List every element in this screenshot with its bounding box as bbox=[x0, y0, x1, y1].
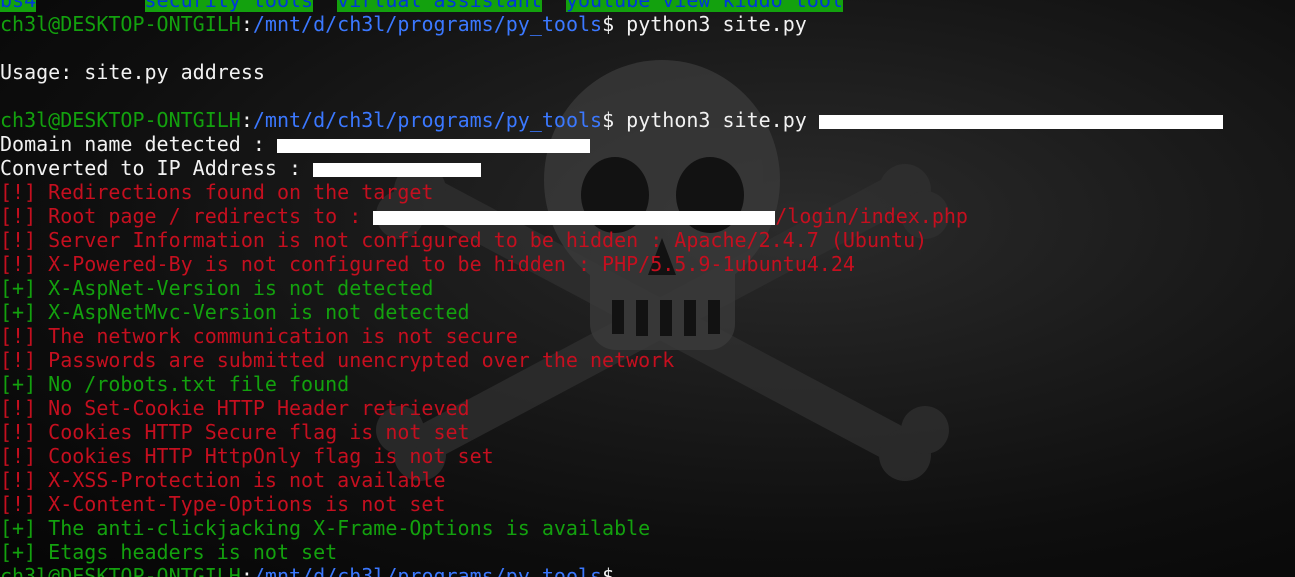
scan-results: [!] Server Information is not configured… bbox=[0, 228, 1295, 564]
result-line-warning: [!] X-XSS-Protection is not available bbox=[0, 468, 446, 492]
result-line-warning: [!] The network communication is not sec… bbox=[0, 324, 518, 348]
result-line-warning: [!] Cookies HTTP HttpOnly flag is not se… bbox=[0, 444, 494, 468]
redirection-line: [!] Redirections found on the target bbox=[0, 180, 434, 204]
result-line-warning: [!] Cookies HTTP Secure flag is not set bbox=[0, 420, 470, 444]
ls-output-line: bs4 security tools virtual assistant you… bbox=[0, 0, 1295, 12]
prompt-user-host: ch3l@DESKTOP-ONTGILH bbox=[0, 564, 241, 577]
result-line-warning: [!] No Set-Cookie HTTP Header retrieved bbox=[0, 396, 470, 420]
result-line-warning: [!] Passwords are submitted unencrypted … bbox=[0, 348, 675, 372]
redacted-domain bbox=[276, 138, 590, 153]
command-line-3: ch3l@DESKTOP-ONTGILH:/mnt/d/ch3l/program… bbox=[0, 564, 1295, 577]
redacted-redirect-host bbox=[373, 210, 776, 225]
prompt-path: /mnt/d/ch3l/programs/py_tools bbox=[252, 564, 603, 577]
terminal-window[interactable]: bs4 security tools virtual assistant you… bbox=[0, 0, 1295, 577]
command-line-2: ch3l@DESKTOP-ONTGILH:/mnt/d/ch3l/program… bbox=[0, 108, 1295, 132]
result-line-warning: [!] X-Powered-By is not configured to be… bbox=[0, 252, 855, 276]
root-redirect-line: [!] Root page / redirects to : /login/in… bbox=[0, 204, 968, 228]
result-line-warning: [!] X-Content-Type-Options is not set bbox=[0, 492, 446, 516]
command-line-1: ch3l@DESKTOP-ONTGILH:/mnt/d/ch3l/program… bbox=[0, 12, 807, 36]
result-line-ok: [+] X-AspNetMvc-Version is not detected bbox=[0, 300, 470, 324]
prompt-path: /mnt/d/ch3l/programs/py_tools bbox=[252, 12, 603, 36]
prompt-user-host: ch3l@DESKTOP-ONTGILH bbox=[0, 12, 241, 36]
prompt-user-host: ch3l@DESKTOP-ONTGILH bbox=[0, 108, 241, 132]
prompt-path: /mnt/d/ch3l/programs/py_tools bbox=[252, 108, 603, 132]
redacted-ip-address bbox=[313, 162, 482, 177]
command-text: python3 site.py bbox=[614, 108, 819, 132]
terminal-output[interactable]: bs4 security tools virtual assistant you… bbox=[0, 0, 1295, 577]
result-line-ok: [+] X-AspNet-Version is not detected bbox=[0, 276, 434, 300]
result-line-warning: [!] Server Information is not configured… bbox=[0, 228, 928, 252]
dir-entry-youtube-view-kiddo-tool: youtube view kiddo tool bbox=[565, 0, 843, 12]
usage-line: Usage: site.py address bbox=[0, 60, 265, 84]
dir-entry-bs4: bs4 bbox=[0, 0, 37, 12]
command-text: python3 site.py bbox=[614, 12, 807, 36]
ip-line: Converted to IP Address : bbox=[0, 156, 1295, 180]
redacted-url-argument bbox=[818, 114, 1223, 129]
dir-entry-virtual-assistant: virtual assistant bbox=[337, 0, 542, 12]
result-line-ok: [+] Etags headers is not set bbox=[0, 540, 338, 564]
dir-entry-security-tools: security tools bbox=[144, 0, 314, 12]
domain-line: Domain name detected : bbox=[0, 132, 1295, 156]
result-line-ok: [+] The anti-clickjacking X-Frame-Option… bbox=[0, 516, 651, 540]
result-line-ok: [+] No /robots.txt file found bbox=[0, 372, 350, 396]
